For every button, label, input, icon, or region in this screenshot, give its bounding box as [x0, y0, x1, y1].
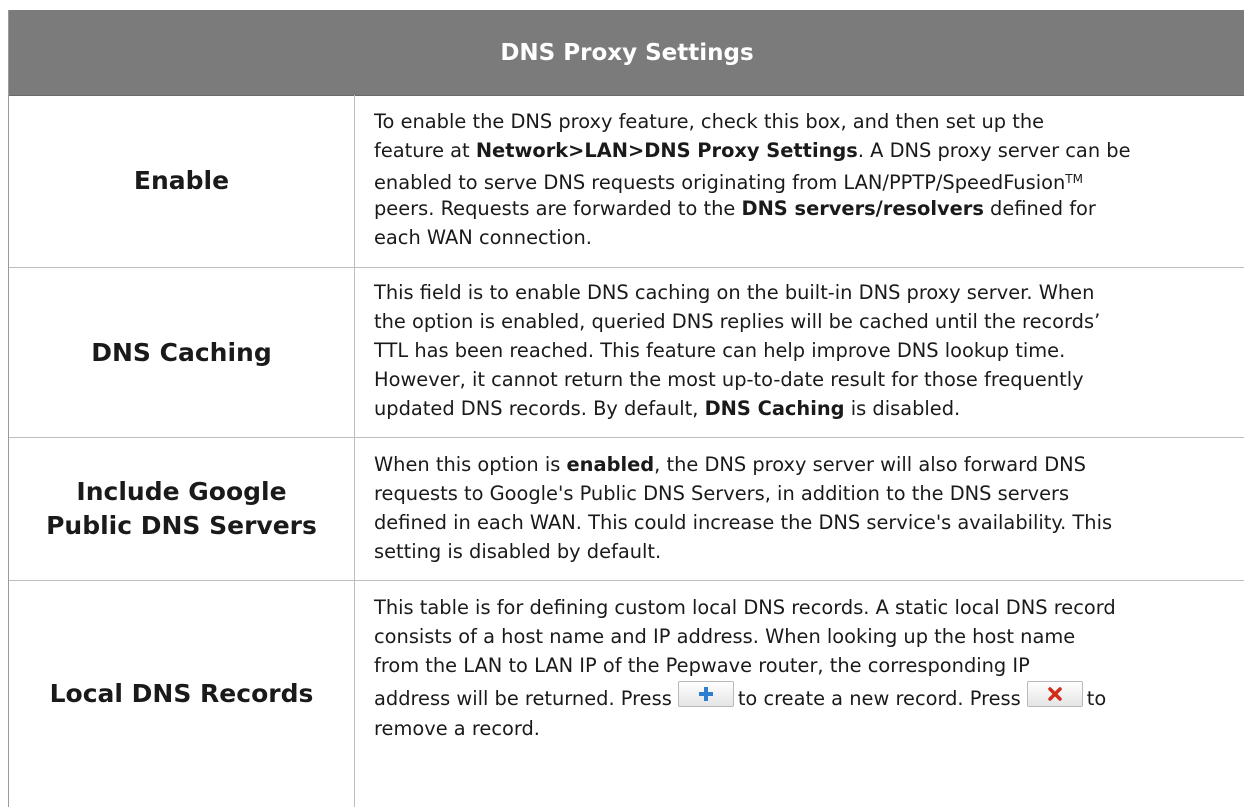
row-enable: Enable To enable the DNS proxy feature, …	[9, 95, 1244, 268]
dns-proxy-settings-table: DNS Proxy Settings Enable To enable the …	[8, 10, 1244, 807]
row-description-enable: To enable the DNS proxy feature, check t…	[374, 107, 1244, 252]
emphasis-text: enabled	[566, 453, 655, 476]
desc-line: requests to Google's Public DNS Servers,…	[374, 482, 1070, 505]
desc-line: updated DNS records. By default, DNS Cac…	[374, 397, 961, 420]
desc-line: peers. Requests are forwarded to the DNS…	[374, 197, 1096, 220]
row-label-local-dns-records: Local DNS Records	[9, 581, 355, 807]
add-record-button[interactable]	[677, 681, 734, 707]
desc-line: This table is for defining custom local …	[374, 596, 1116, 619]
table-header: DNS Proxy Settings	[9, 10, 1244, 96]
row-label-include-google-dns: Include Google Public DNS Servers	[9, 438, 355, 580]
desc-line: TTL has been reached. This feature can h…	[374, 339, 1066, 362]
desc-line: address will be returned. Press to create…	[374, 680, 1244, 714]
remove-record-button[interactable]	[1026, 681, 1083, 707]
desc-line: However, it cannot return the most up-to…	[374, 368, 1084, 391]
row-include-google-dns: Include Google Public DNS Servers When t…	[9, 438, 1244, 581]
label-line: Public DNS Servers	[46, 511, 317, 540]
desc-line: each WAN connection.	[374, 226, 592, 249]
emphasis-text: DNS servers/resolvers	[741, 197, 984, 220]
row-description-dns-caching: This field is to enable DNS caching on t…	[374, 278, 1244, 423]
label-line: Include Google	[76, 477, 287, 506]
desc-line: setting is disabled by default.	[374, 540, 662, 563]
desc-line: defined in each WAN. This could increase…	[374, 511, 1113, 534]
desc-line: To enable the DNS proxy feature, check t…	[374, 110, 1045, 133]
row-local-dns-records: Local DNS Records This table is for defi…	[9, 581, 1244, 807]
row-label-dns-caching: DNS Caching	[9, 268, 355, 437]
desc-line: This field is to enable DNS caching on t…	[374, 281, 1095, 304]
desc-line: When this option is enabled, the DNS pro…	[374, 453, 1086, 476]
desc-line: remove a record.	[374, 717, 540, 740]
table-title: DNS Proxy Settings	[500, 39, 754, 66]
desc-line: the option is enabled, queried DNS repli…	[374, 310, 1101, 333]
row-label-enable: Enable	[9, 95, 355, 267]
desc-line: feature at Network>LAN>DNS Proxy Setting…	[374, 139, 1131, 162]
desc-line: enabled to serve DNS requests originatin…	[374, 171, 1083, 194]
plus-icon	[698, 687, 713, 701]
desc-line: from the LAN to LAN IP of the Pepwave ro…	[374, 654, 1030, 677]
row-description-include-google-dns: When this option is enabled, the DNS pro…	[374, 450, 1244, 566]
trademark-superscript: TM	[1065, 172, 1083, 186]
x-icon	[1048, 687, 1062, 701]
emphasis-text: Network>LAN>DNS Proxy Settings	[475, 139, 858, 162]
emphasis-text: DNS Caching	[704, 397, 845, 420]
row-description-local-dns-records: This table is for defining custom local …	[374, 593, 1244, 743]
row-dns-caching: DNS Caching This field is to enable DNS …	[9, 268, 1244, 438]
desc-line: consists of a host name and IP address. …	[374, 625, 1076, 648]
